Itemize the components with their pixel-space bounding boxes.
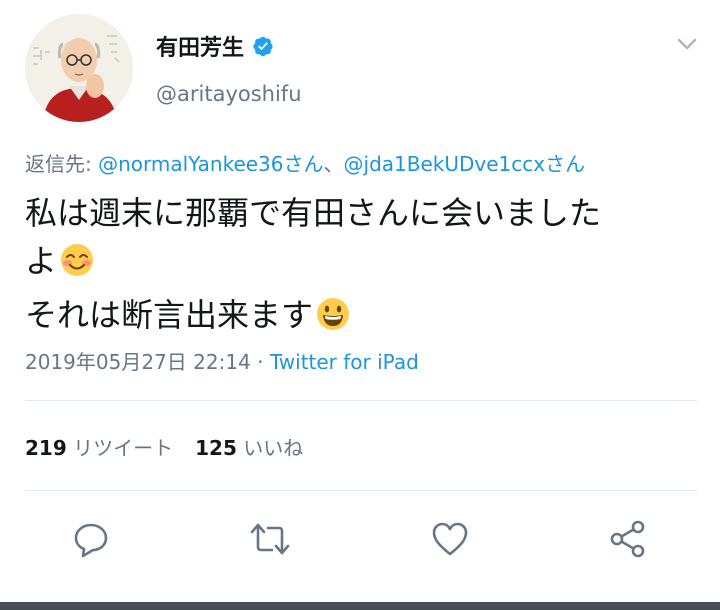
- tweet-text: 私は週末に那覇で有田さんに会いました よ それは断言出来ます: [25, 189, 705, 345]
- reply-context: 返信先: @normalYankee36さん、@jda1BekUDve1ccxさ…: [25, 148, 585, 177]
- reply-icon: [74, 523, 108, 558]
- reply-mention-link[interactable]: @normalYankee36さん: [98, 152, 323, 176]
- retweet-icon: [250, 523, 290, 555]
- tweet-text-segment: よ: [25, 242, 58, 280]
- divider: [25, 490, 697, 491]
- likes-label: いいね: [243, 436, 304, 460]
- like-button[interactable]: [429, 518, 471, 560]
- tweet-timestamp[interactable]: 2019年05月27日 22:14: [25, 350, 251, 374]
- retweet-button[interactable]: [249, 518, 291, 560]
- avatar[interactable]: [25, 14, 133, 122]
- tweet-text-line-2: よ: [25, 237, 705, 291]
- verified-badge-icon: [252, 35, 274, 57]
- author-handle[interactable]: @aritayoshifu: [156, 82, 302, 106]
- reply-separator: 、: [323, 152, 344, 176]
- grinning-face-icon: [315, 296, 351, 345]
- reply-mention-link[interactable]: @jda1BekUDve1ccxさん: [344, 152, 586, 176]
- tweet-text-line-3: それは断言出来ます: [25, 291, 705, 345]
- likes-stat[interactable]: 125 いいね: [195, 436, 303, 460]
- reply-prefix: 返信先:: [25, 152, 99, 176]
- retweets-stat[interactable]: 219 リツイート: [25, 436, 173, 460]
- bottom-edge-bar: [0, 602, 720, 610]
- author-display-name[interactable]: 有田芳生: [156, 30, 244, 62]
- tweet-stats: 219 リツイート 125 いいね: [25, 432, 303, 461]
- smiling-face-with-blush-icon: [59, 242, 95, 291]
- divider: [25, 400, 697, 401]
- tweet-card: 有田芳生 @aritayoshifu 返信先: @normalYankee36さ…: [0, 0, 720, 610]
- chevron-down-icon[interactable]: [676, 36, 698, 52]
- author-name-row: 有田芳生: [156, 30, 274, 62]
- avatar-illustration: [25, 14, 133, 122]
- meta-separator: ·: [250, 350, 270, 374]
- tweet-text-segment: それは断言出来ます: [25, 296, 314, 334]
- tweet-meta: 2019年05月27日 22:14 · Twitter for iPad: [25, 346, 419, 375]
- reply-button[interactable]: [70, 518, 112, 560]
- likes-count: 125: [195, 436, 237, 460]
- retweets-label: リツイート: [73, 436, 174, 460]
- retweets-count: 219: [25, 436, 67, 460]
- heart-icon: [432, 522, 468, 556]
- share-button[interactable]: [607, 518, 649, 560]
- tweet-text-line: 私は週末に那覇で有田さんに会いました: [25, 194, 602, 232]
- share-icon: [610, 520, 645, 558]
- tweet-source-link[interactable]: Twitter for iPad: [270, 350, 419, 374]
